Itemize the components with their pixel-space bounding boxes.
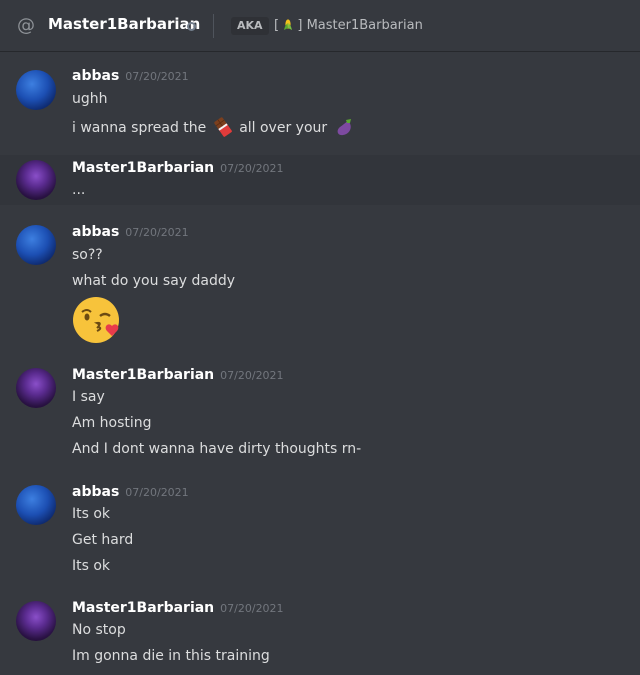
username[interactable]: Master1Barbarian [72, 160, 214, 176]
message-line: Am hosting [72, 415, 152, 431]
nickname-text: ] Master1Barbarian [297, 18, 423, 33]
username[interactable]: Master1Barbarian [72, 600, 214, 616]
avatar[interactable] [16, 225, 56, 265]
message-text: all over your [239, 120, 328, 136]
message-group: abbas 07/20/2021 ughh i wanna spread the … [0, 65, 640, 147]
message-line: ... [72, 182, 86, 198]
message-header: Master1Barbarian 07/20/2021 [72, 160, 284, 176]
corn-icon [284, 19, 293, 30]
message-group: Master1Barbarian 07/20/2021 No stop Im go… [0, 596, 640, 671]
message-line: Im gonna die in this training [72, 648, 270, 664]
eggplant-icon [337, 119, 351, 136]
message-header: abbas 07/20/2021 [72, 224, 189, 240]
message-header: Master1Barbarian 07/20/2021 [72, 600, 284, 616]
message-line: No stop [72, 622, 126, 638]
message-line: Its ok [72, 558, 111, 574]
message-group: Master1Barbarian 07/20/2021 ... [0, 155, 640, 205]
avatar[interactable] [16, 368, 56, 408]
message-line: so?? [72, 247, 103, 263]
aka-badge: AKA [231, 17, 269, 35]
at-icon: @ [17, 15, 35, 36]
message-group: abbas 07/20/2021 so?? what do you say dad… [0, 220, 640, 345]
nickname-prefix: [ [274, 18, 280, 33]
message-header: Master1Barbarian 07/20/2021 [72, 367, 284, 383]
timestamp: 07/20/2021 [125, 226, 189, 239]
message-header: abbas 07/20/2021 [72, 68, 189, 84]
message-line: I say [72, 389, 105, 405]
message-line: ughh [72, 91, 108, 107]
username[interactable]: abbas [72, 224, 119, 240]
username[interactable]: Master1Barbarian [72, 367, 214, 383]
timestamp: 07/20/2021 [220, 162, 284, 175]
timestamp: 07/20/2021 [220, 602, 284, 615]
timestamp: 07/20/2021 [125, 486, 189, 499]
offline-status-icon [187, 22, 196, 31]
channel-name[interactable]: Master1Barbarian [48, 15, 200, 33]
message-group: abbas 07/20/2021 Its ok Get hard Its ok [0, 480, 640, 580]
message-line: i wanna spread the all over your [72, 117, 356, 137]
message-group: Master1Barbarian 07/20/2021 I say Am host… [0, 363, 640, 463]
username[interactable]: abbas [72, 68, 119, 84]
message-line: what do you say daddy [72, 273, 236, 289]
message-line: Its ok [72, 506, 111, 522]
chocolate-bar-icon [214, 117, 232, 137]
timestamp: 07/20/2021 [125, 70, 189, 83]
message-text: i wanna spread the [72, 120, 207, 136]
avatar[interactable] [16, 485, 56, 525]
face-blowing-kiss-icon [73, 297, 119, 343]
avatar[interactable] [16, 70, 56, 110]
avatar[interactable] [16, 601, 56, 641]
timestamp: 07/20/2021 [220, 369, 284, 382]
avatar[interactable] [16, 160, 56, 200]
dm-header: @ Master1Barbarian AKA [ ] Master1Barbar… [0, 0, 640, 52]
message-line: Get hard [72, 532, 134, 548]
header-divider [213, 14, 214, 38]
message-line: And I dont wanna have dirty thoughts rn- [72, 441, 362, 457]
message-header: abbas 07/20/2021 [72, 484, 189, 500]
username[interactable]: abbas [72, 484, 119, 500]
nickname: [ ] Master1Barbarian [274, 17, 423, 35]
